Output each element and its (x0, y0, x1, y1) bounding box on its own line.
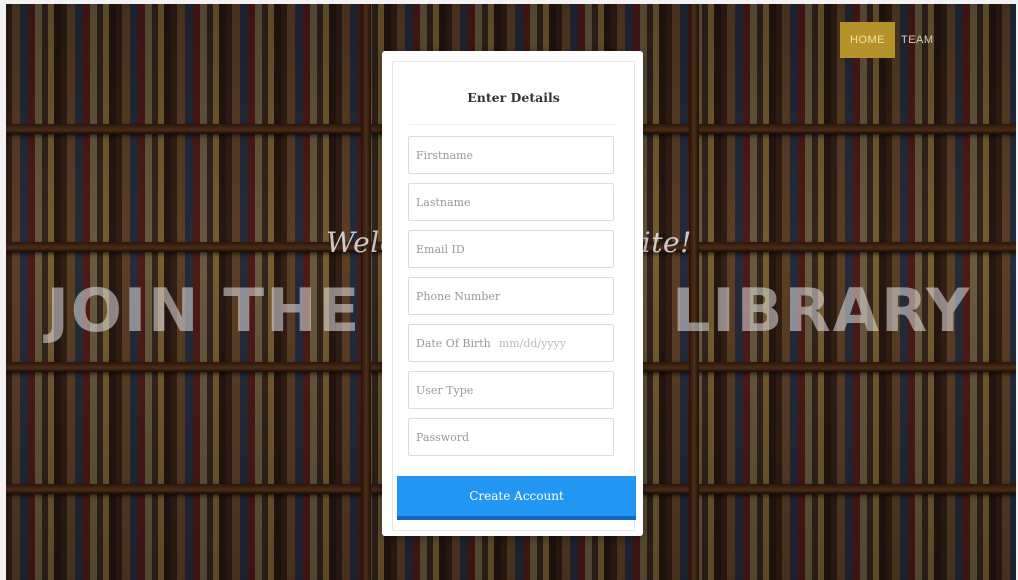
email-input[interactable]: Email ID (408, 230, 614, 268)
signup-modal: Enter Details Firstname Lastname Email I… (382, 51, 643, 536)
firstname-placeholder: Firstname (416, 148, 474, 162)
dob-input[interactable]: Date Of Birth mm/dd/yyyy (408, 324, 614, 362)
form-title: Enter Details (467, 90, 560, 105)
email-placeholder: Email ID (416, 242, 465, 256)
top-nav: HOME TEAM (840, 22, 940, 58)
nav-team-link[interactable]: TEAM (895, 22, 940, 58)
lastname-input[interactable]: Lastname (408, 183, 614, 221)
password-placeholder: Password (416, 430, 470, 444)
lastname-placeholder: Lastname (416, 195, 471, 209)
password-input[interactable]: Password (408, 418, 614, 456)
nav-home-link[interactable]: HOME (840, 22, 895, 58)
title-divider (409, 124, 617, 125)
dob-label: Date Of Birth (416, 336, 491, 350)
user-type-placeholder: User Type (416, 383, 474, 397)
phone-input[interactable]: Phone Number (408, 277, 614, 315)
user-type-input[interactable]: User Type (408, 371, 614, 409)
create-account-button[interactable]: Create Account (397, 476, 636, 520)
dob-date-placeholder: mm/dd/yyyy (498, 336, 566, 350)
firstname-input[interactable]: Firstname (408, 136, 614, 174)
phone-placeholder: Phone Number (416, 289, 501, 303)
